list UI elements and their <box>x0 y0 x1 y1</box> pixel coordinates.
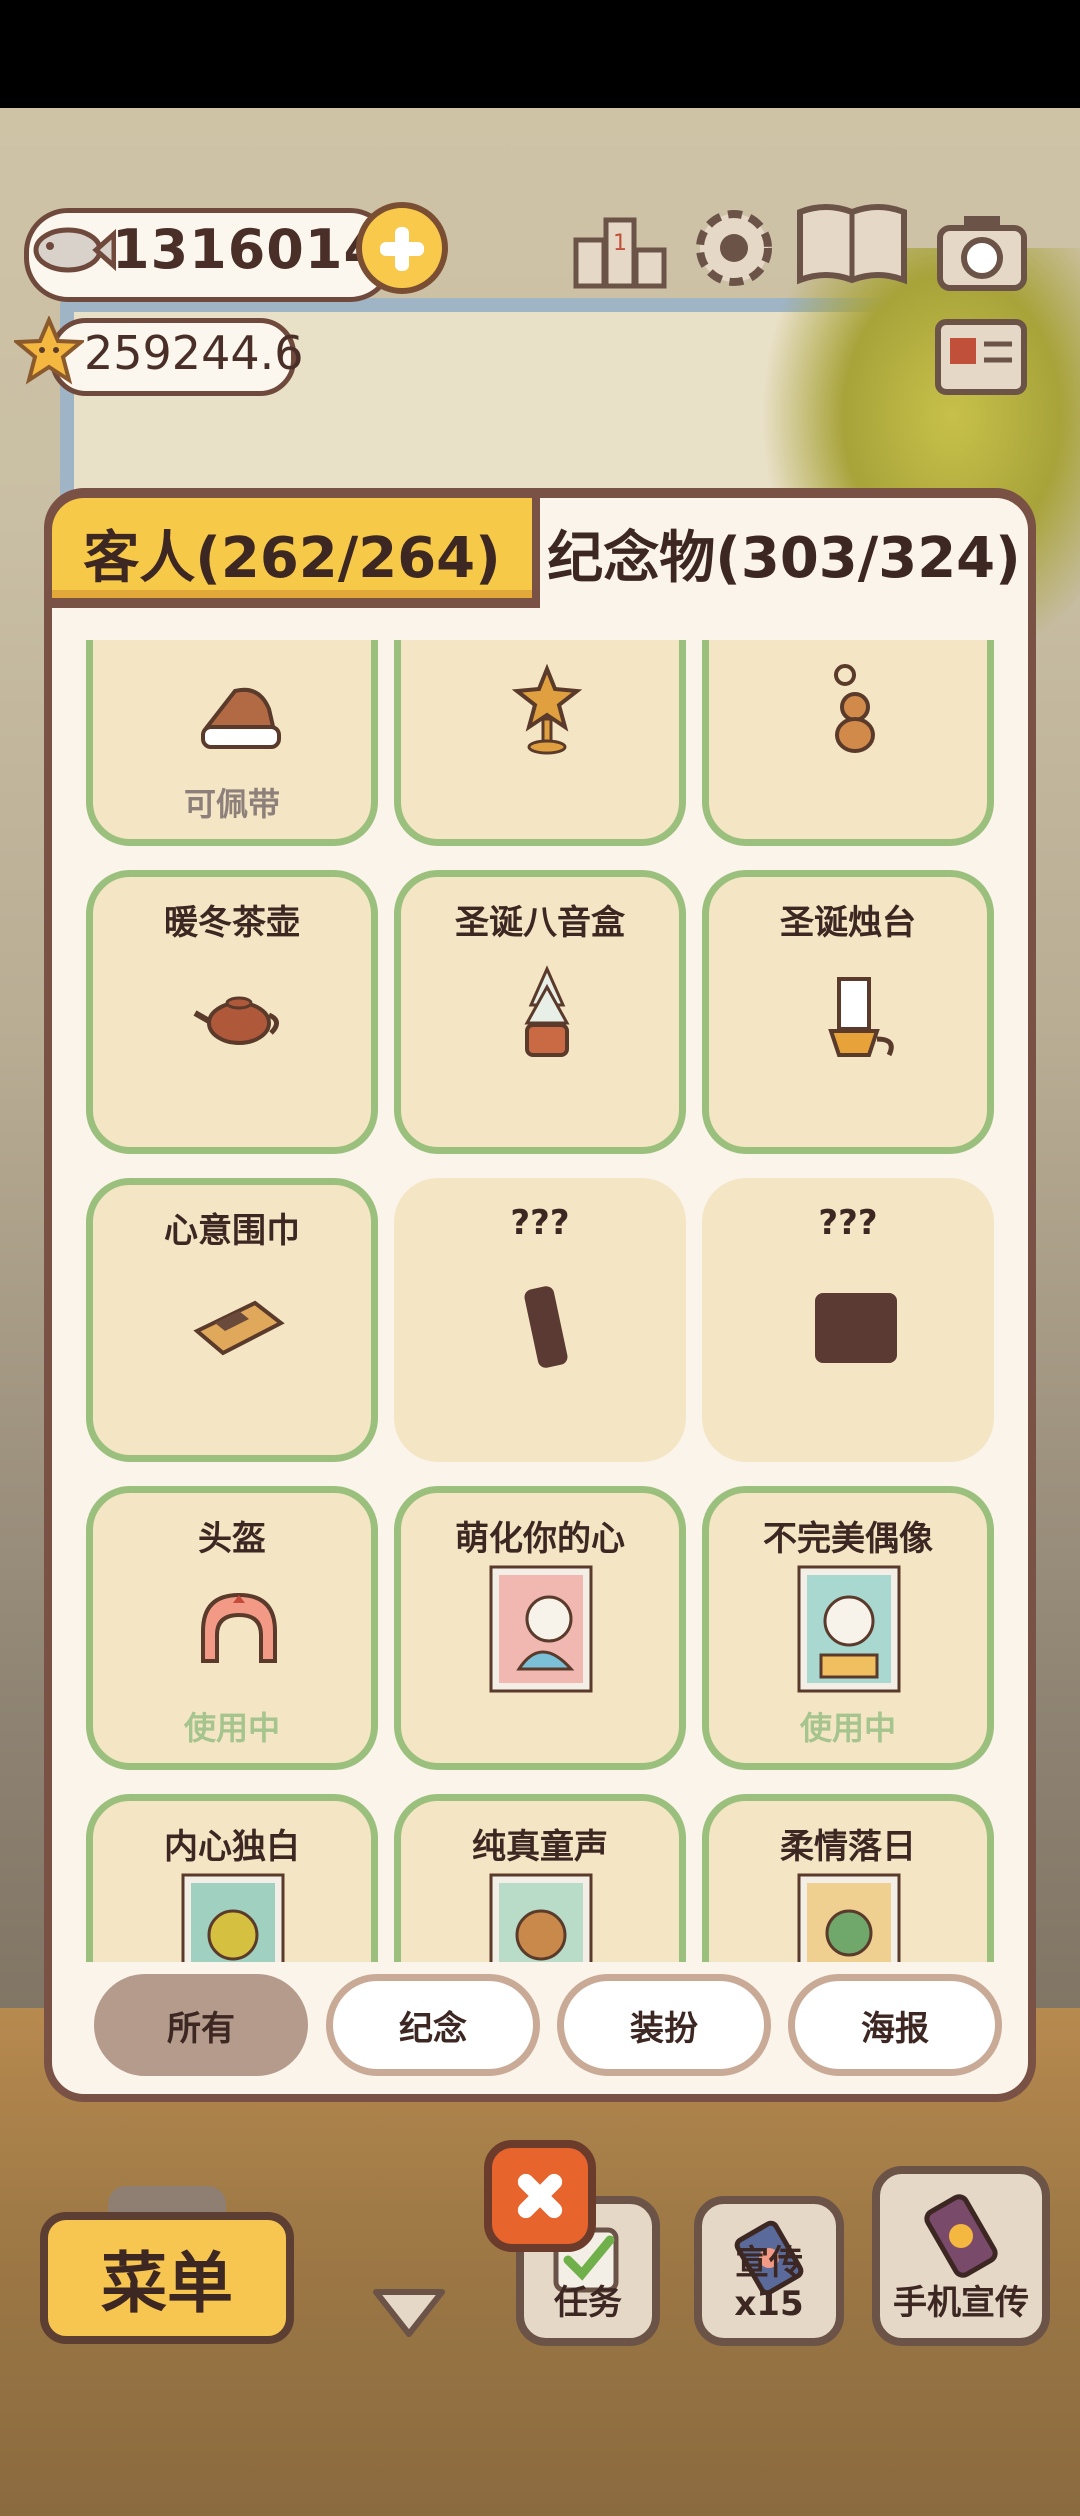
souvenir-card-locked[interactable]: ??? <box>702 1178 994 1462</box>
souvenir-card-music-box[interactable]: 圣诞八音盒 <box>394 870 686 1154</box>
in-use-status: 使用中 <box>183 1709 280 1747</box>
poster-image <box>797 1565 901 1693</box>
card-title: 心意围巾 <box>164 1211 300 1251</box>
svg-text:1: 1 <box>613 231 627 256</box>
gear-icon[interactable] <box>684 200 784 296</box>
filter-poster-label: 海报 <box>861 2008 929 2049</box>
filter-all-button[interactable]: 所有 <box>94 1974 308 2076</box>
tab-underline <box>44 598 540 608</box>
tab-souvenirs-label: 纪念物(303/324) <box>547 525 1021 591</box>
souvenir-card-gingerbread-keychain[interactable] <box>702 640 994 846</box>
tab-guests[interactable]: 客人(262/264) <box>44 490 540 608</box>
souvenir-card-poster[interactable]: 不完美偶像 使用中 <box>702 1486 994 1770</box>
souvenir-grid[interactable]: 可佩带 暖冬茶壶 圣诞八音盒 圣诞烛台 心意围巾 ??? ??? 头盔 使用中 … <box>84 640 996 1962</box>
card-title: ??? <box>818 1203 878 1243</box>
souvenir-card-poster[interactable]: 纯真童声 <box>394 1794 686 1962</box>
filter-poster-button[interactable]: 海报 <box>788 1974 1002 2076</box>
star-icon <box>14 316 84 385</box>
card-title: 圣诞八音盒 <box>455 903 625 943</box>
chevron-down-icon[interactable] <box>370 2282 448 2342</box>
filter-dressup-label: 装扮 <box>630 2008 698 2049</box>
souvenir-card-teapot[interactable]: 暖冬茶壶 <box>86 870 378 1154</box>
tab-souvenirs[interactable]: 纪念物(303/324) <box>540 490 1036 608</box>
task-label: 任务 <box>554 2283 622 2323</box>
souvenir-card-hat[interactable]: 可佩带 <box>86 640 378 846</box>
teapot-icon <box>193 996 279 1045</box>
add-currency-button[interactable] <box>356 202 448 294</box>
card-title: 圣诞烛台 <box>780 903 916 943</box>
card-title: ??? <box>510 1203 570 1243</box>
locked-item-silhouette <box>524 1286 568 1368</box>
souvenir-card-candlestick[interactable]: 圣诞烛台 <box>702 870 994 1154</box>
in-use-status: 使用中 <box>799 1709 896 1747</box>
filter-souvenir-label: 纪念 <box>399 2008 467 2049</box>
star-trophy-icon <box>511 663 583 755</box>
status-bar <box>0 0 1080 108</box>
menu-label: 菜单 <box>101 2245 233 2322</box>
locked-item-silhouette <box>815 1293 897 1363</box>
card-title: 萌化你的心 <box>455 1519 625 1559</box>
souvenir-card-trophy[interactable] <box>394 640 686 846</box>
card-title: 头盔 <box>198 1519 266 1559</box>
poster-image <box>489 1565 593 1693</box>
filter-all-label: 所有 <box>167 2008 235 2049</box>
book-icon[interactable] <box>794 196 910 292</box>
poster-image <box>797 1873 901 1962</box>
poster-image <box>489 1873 593 1962</box>
card-title: 纯真童声 <box>472 1827 608 1867</box>
filter-dressup-button[interactable]: 装扮 <box>557 1974 771 2076</box>
card-title: 内心独白 <box>164 1827 300 1867</box>
id-card-icon[interactable] <box>932 312 1032 408</box>
tab-guests-label: 客人(262/264) <box>83 525 501 591</box>
helmet-icon <box>201 1592 277 1663</box>
ranking-icon[interactable]: 1 <box>570 200 670 296</box>
scarf-icon <box>193 1300 285 1356</box>
camera-icon[interactable] <box>932 204 1032 300</box>
fish-icon <box>33 227 116 273</box>
souvenir-card-locked[interactable]: ??? <box>394 1178 686 1462</box>
souvenir-card-scarf[interactable]: 心意围巾 <box>86 1178 378 1462</box>
close-button[interactable] <box>484 2140 596 2252</box>
promote-button[interactable]: 宣传x15 <box>694 2196 844 2346</box>
phone-promote-button[interactable]: 手机宣传 <box>872 2166 1050 2346</box>
promote-label: 宣传x15 <box>734 2243 804 2324</box>
card-title: 柔情落日 <box>780 1827 916 1867</box>
wearable-status: 可佩带 <box>183 785 280 823</box>
phone-promote-icon <box>924 2194 998 2278</box>
candlestick-icon <box>828 977 894 1057</box>
card-title: 不完美偶像 <box>763 1519 933 1559</box>
gingerbread-keychain-icon <box>834 664 875 753</box>
souvenir-card-poster[interactable]: 萌化你的心 <box>394 1486 686 1770</box>
card-title: 暖冬茶壶 <box>164 903 300 943</box>
souvenir-card-helmet[interactable]: 头盔 使用中 <box>86 1486 378 1770</box>
hat-icon <box>201 687 281 749</box>
poster-image <box>181 1873 285 1962</box>
menu-button[interactable]: 菜单 <box>40 2212 294 2344</box>
phone-promote-label: 手机宣传 <box>893 2283 1029 2323</box>
filter-souvenir-button[interactable]: 纪念 <box>326 1974 540 2076</box>
music-box-icon <box>524 965 570 1057</box>
star-count: 259244.6 <box>84 326 304 380</box>
souvenir-card-poster[interactable]: 内心独白 <box>86 1794 378 1962</box>
souvenir-card-poster[interactable]: 柔情落日 <box>702 1794 994 1962</box>
